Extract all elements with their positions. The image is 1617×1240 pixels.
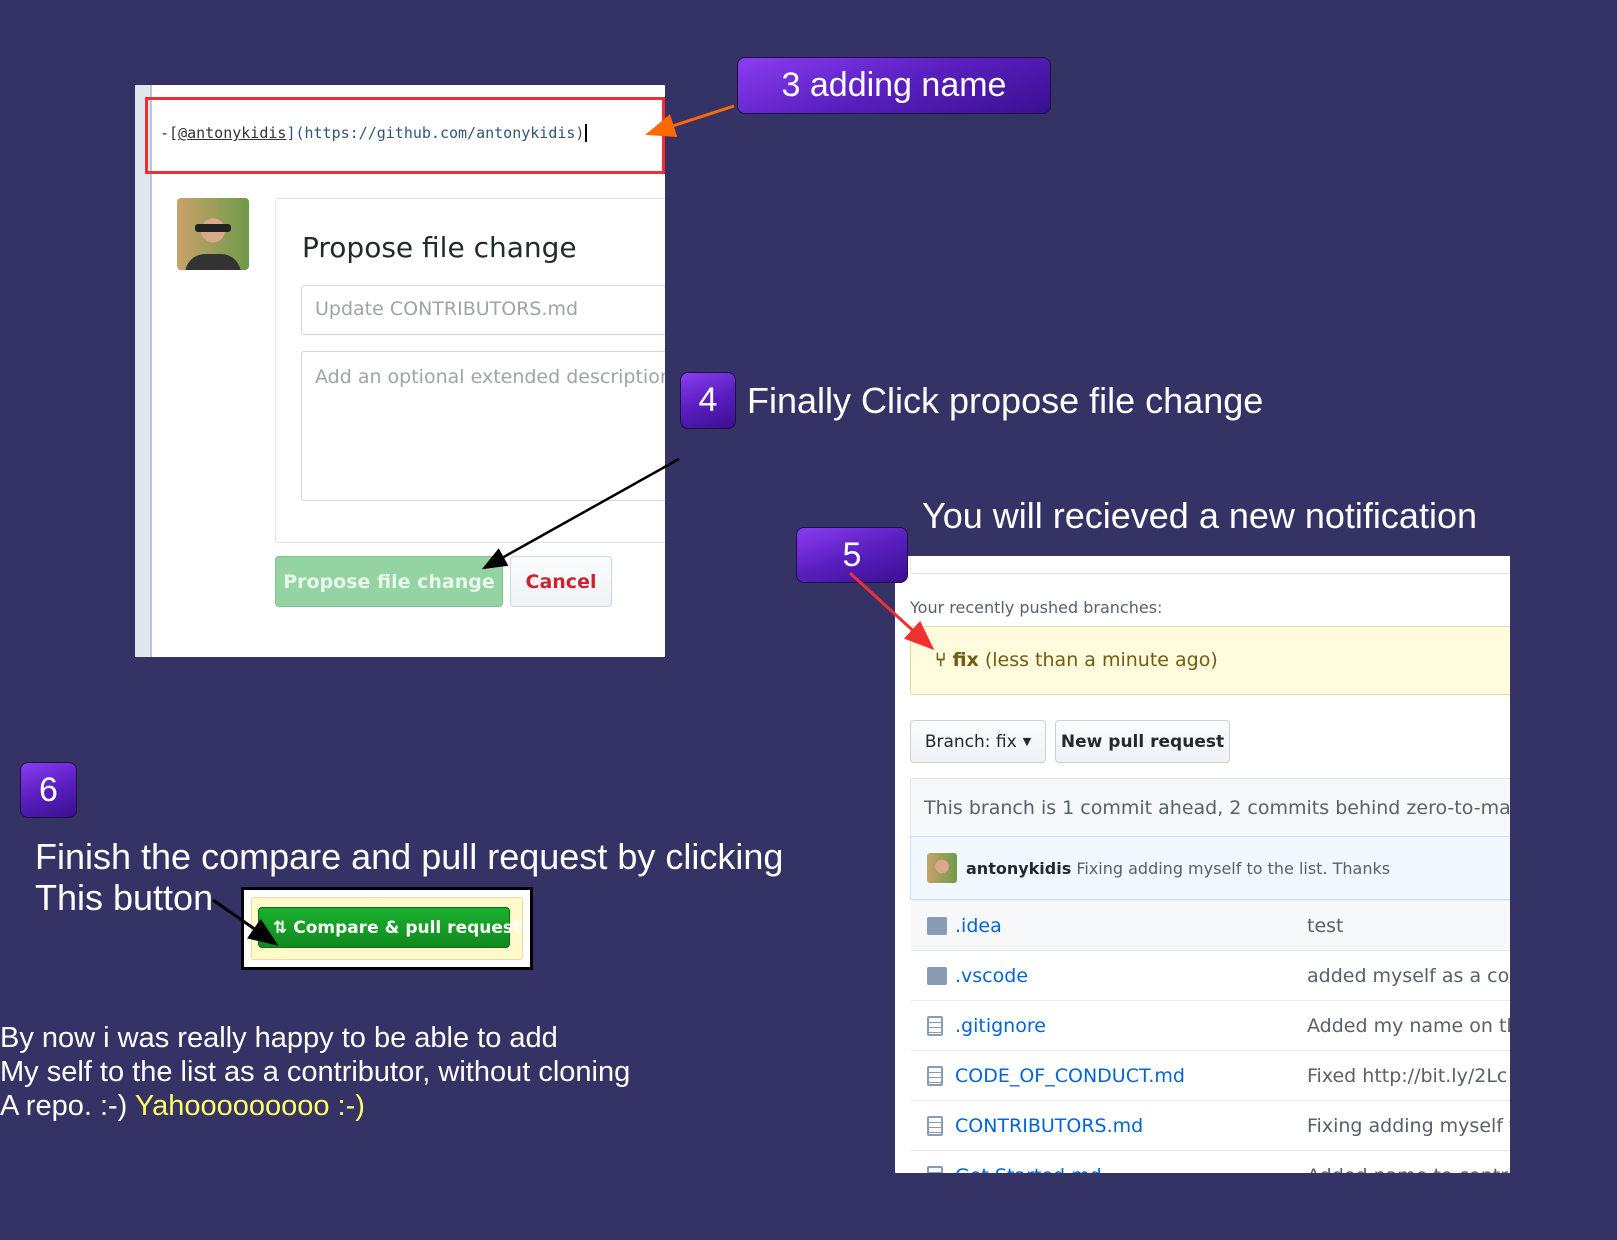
annotation-arrows — [212, 104, 935, 946]
arrow-step-5 — [848, 571, 935, 651]
arrow-step-3 — [645, 104, 735, 138]
arrow-step-4 — [481, 457, 680, 570]
arrow-step-6 — [212, 898, 279, 946]
